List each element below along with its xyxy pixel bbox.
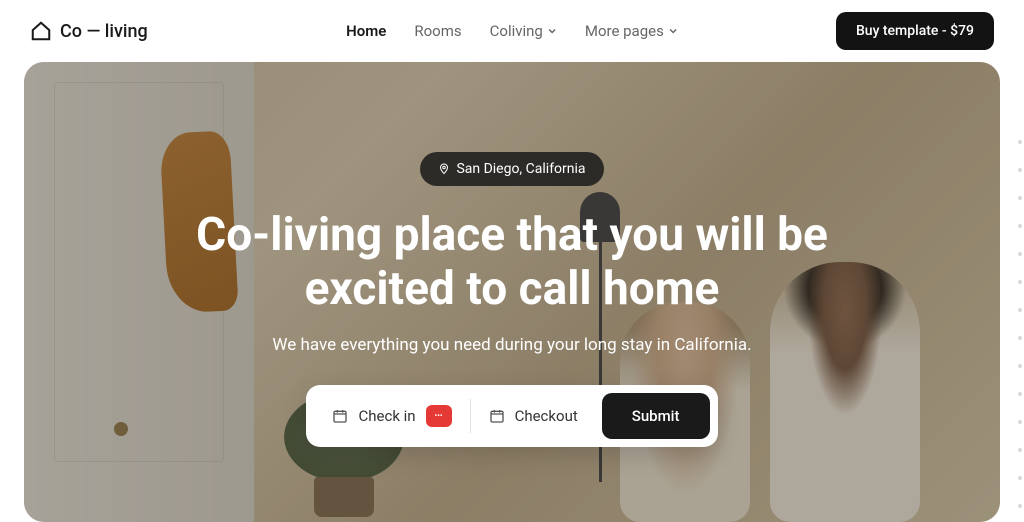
house-icon bbox=[30, 20, 52, 42]
buy-template-button[interactable]: Buy template - $79 bbox=[836, 12, 994, 50]
location-text: San Diego, California bbox=[456, 161, 585, 177]
nav-coliving[interactable]: Coliving bbox=[490, 22, 557, 40]
booking-bar: Check in ••• Checkout Submit bbox=[306, 385, 717, 447]
hero-section: San Diego, California Co-living place th… bbox=[24, 62, 1000, 522]
chevron-down-icon bbox=[668, 26, 678, 36]
nav-home[interactable]: Home bbox=[346, 22, 386, 40]
logo[interactable]: Co — living bbox=[30, 20, 148, 42]
hero-title: Co-living place that you will be excited… bbox=[162, 208, 862, 317]
site-header: Co — living Home Rooms Coliving More pag… bbox=[0, 0, 1024, 62]
checkin-field[interactable]: Check in ••• bbox=[314, 395, 469, 437]
location-badge[interactable]: San Diego, California bbox=[420, 152, 603, 186]
chevron-down-icon bbox=[547, 26, 557, 36]
nav-more-pages[interactable]: More pages bbox=[585, 22, 678, 40]
checkin-label: Check in bbox=[358, 407, 415, 425]
checkout-label: Checkout bbox=[515, 407, 578, 425]
pin-icon bbox=[438, 163, 450, 175]
main-nav: Home Rooms Coliving More pages bbox=[346, 22, 678, 40]
calendar-icon bbox=[332, 408, 348, 424]
submit-button[interactable]: Submit bbox=[602, 393, 710, 439]
hero-content: San Diego, California Co-living place th… bbox=[24, 62, 1000, 447]
logo-text: Co — living bbox=[60, 21, 148, 42]
calendar-icon bbox=[489, 408, 505, 424]
date-badge-icon: ••• bbox=[426, 405, 452, 427]
nav-rooms[interactable]: Rooms bbox=[414, 22, 461, 40]
checkout-field[interactable]: Checkout bbox=[471, 397, 596, 435]
hero-subtitle: We have everything you need during your … bbox=[272, 335, 751, 355]
